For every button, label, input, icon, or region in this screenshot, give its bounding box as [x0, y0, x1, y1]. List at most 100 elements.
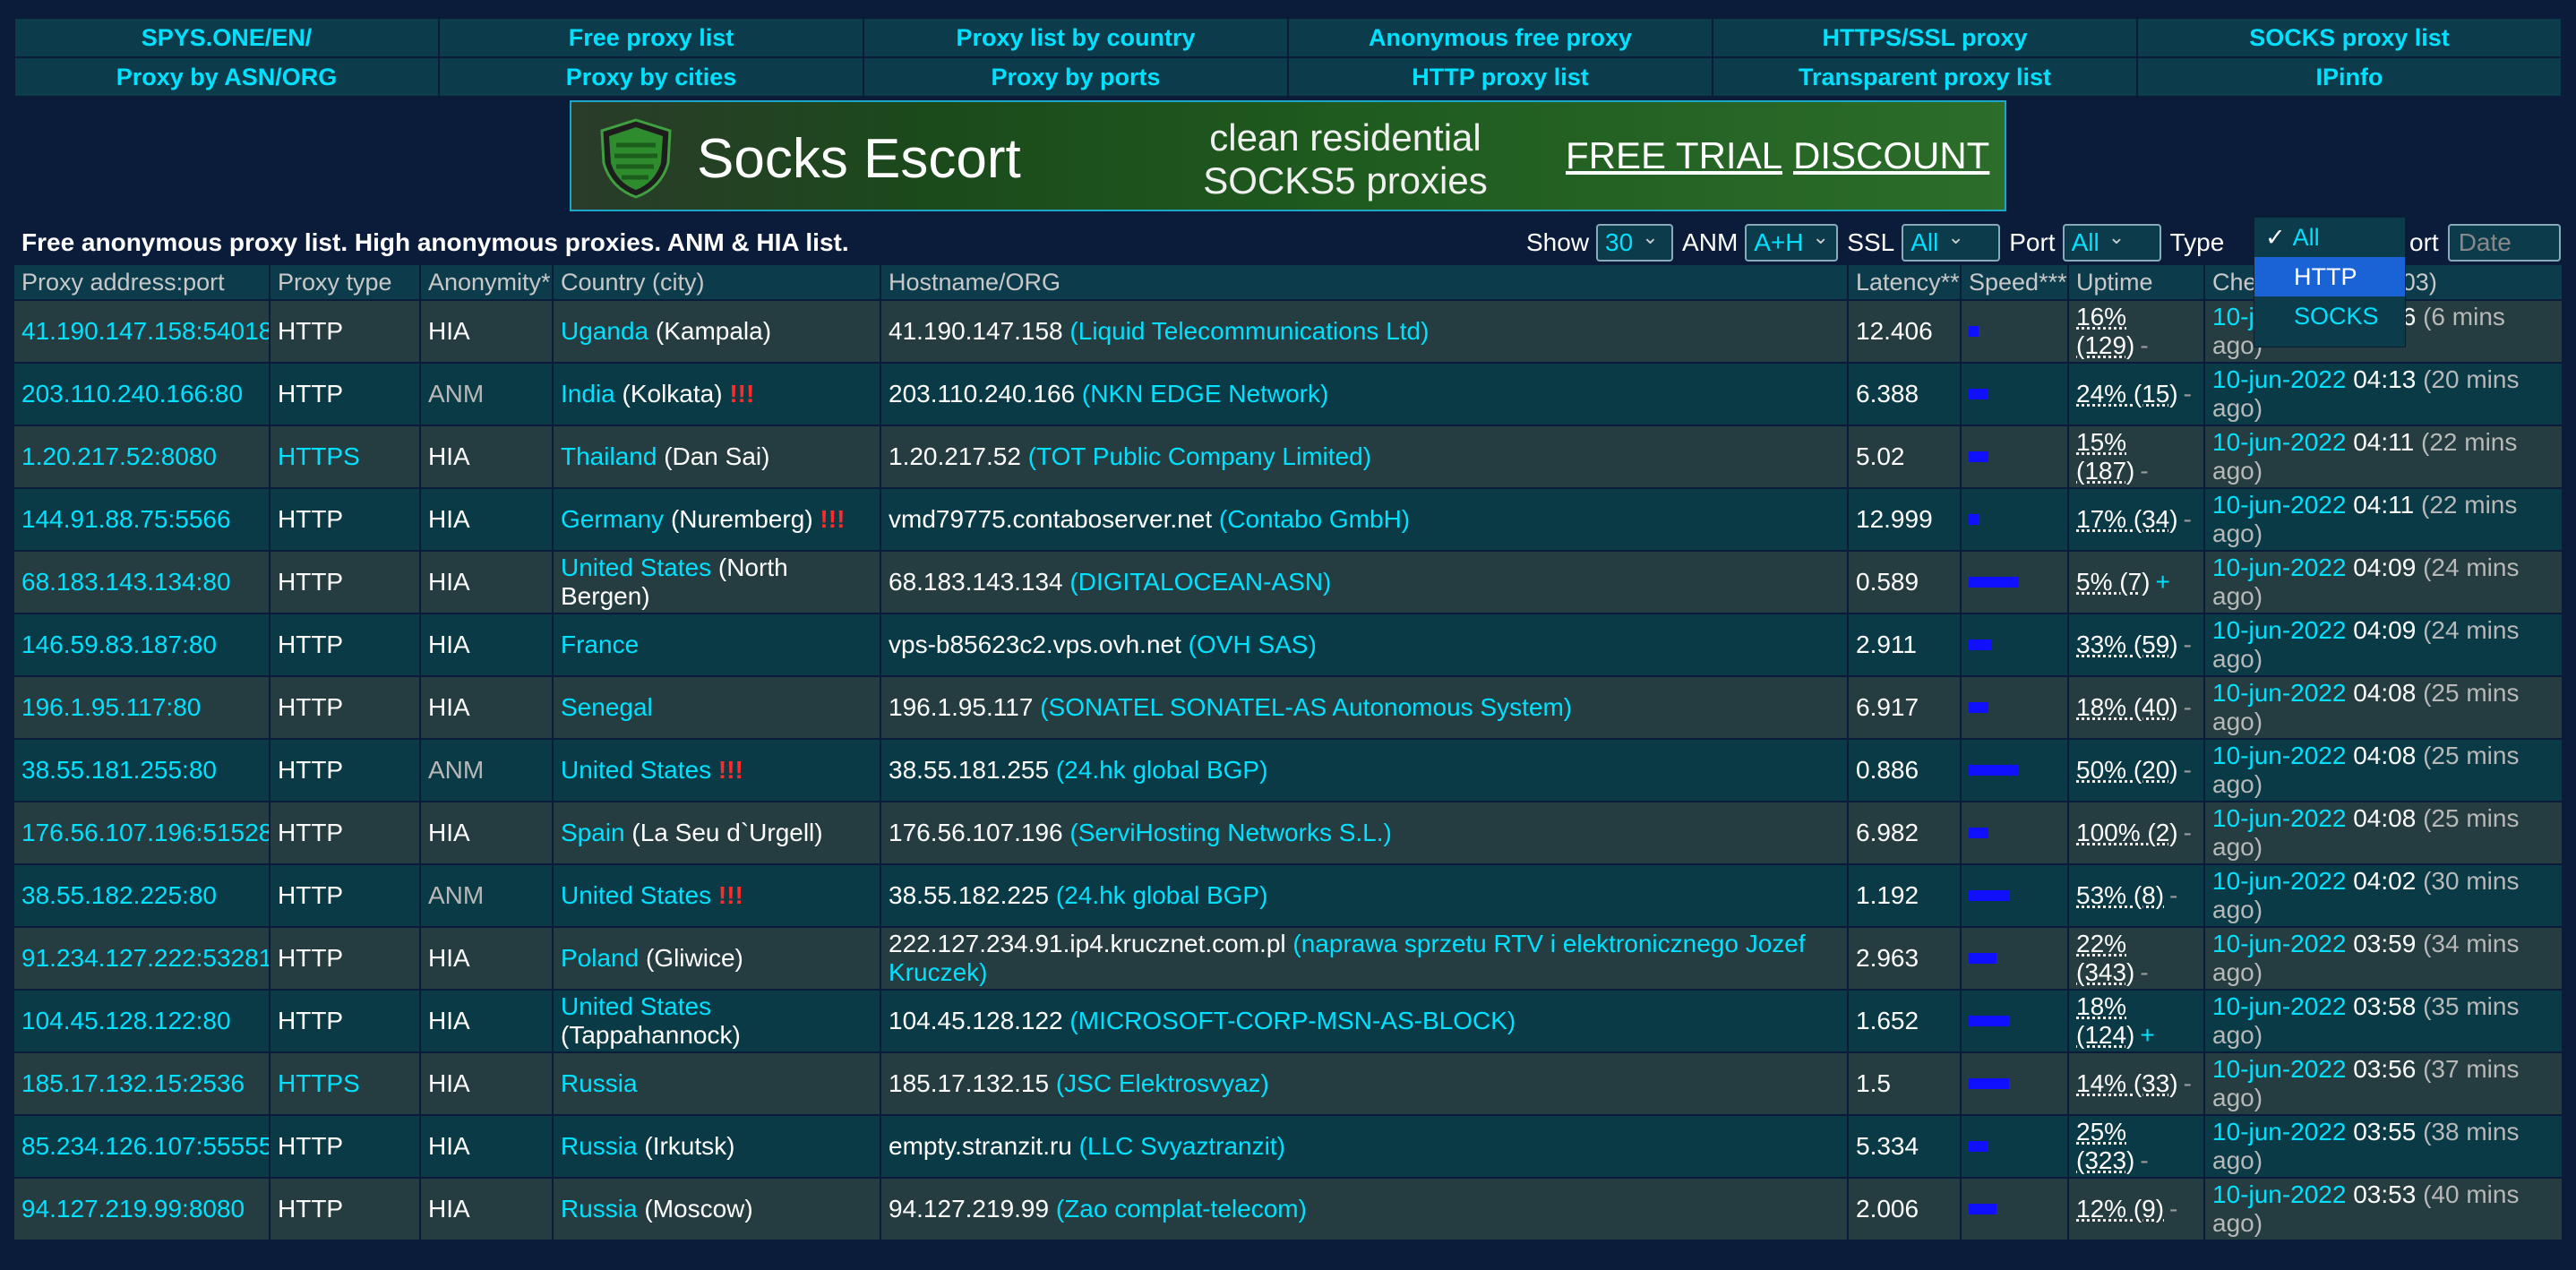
proxy-address[interactable]: 185.17.132.15:2536 — [21, 1069, 245, 1098]
type-option-all[interactable]: ✓ All — [2254, 218, 2405, 257]
country-link[interactable]: United States — [561, 881, 711, 909]
nav-link-5[interactable]: SOCKS proxy list — [2137, 18, 2562, 57]
nav-link-2[interactable]: Proxy list by country — [863, 18, 1288, 57]
proxy-address[interactable]: 196.1.95.117:80 — [21, 693, 201, 722]
header-type[interactable]: Proxy type — [270, 265, 421, 299]
anm-select[interactable]: A+H — [1745, 224, 1839, 262]
uptime-link[interactable]: 16% (129) — [2076, 303, 2134, 359]
port-select[interactable]: All — [2062, 224, 2161, 262]
org-link[interactable]: (JSC Elektrosvyaz) — [1056, 1069, 1269, 1097]
free-trial-link[interactable]: FREE TRIAL — [1566, 134, 1782, 177]
header-speed[interactable]: Speed*** — [1962, 265, 2069, 299]
check-date[interactable]: 10-jun-2022 — [2212, 804, 2346, 832]
header-country[interactable]: Country (city) — [554, 265, 881, 299]
country-link[interactable]: Russia — [561, 1132, 638, 1160]
socks-escort-banner[interactable]: Socks Escort clean residential SOCKS5 pr… — [570, 100, 2006, 211]
org-link[interactable]: (MICROSOFT-CORP-MSN-AS-BLOCK) — [1069, 1007, 1516, 1034]
nav-link-8[interactable]: Proxy by ports — [863, 57, 1288, 97]
org-link[interactable]: (ServiHosting Networks S.L.) — [1069, 819, 1391, 846]
org-link[interactable]: (NKN EDGE Network) — [1082, 380, 1328, 408]
country-link[interactable]: United States — [561, 553, 711, 581]
check-date[interactable]: 10-jun-2022 — [2212, 742, 2346, 769]
show-select[interactable]: 30 — [1596, 224, 1674, 262]
proxy-address[interactable]: 1.20.217.52:8080 — [21, 442, 217, 471]
uptime-link[interactable]: 50% (20) — [2076, 756, 2178, 784]
warning-marker[interactable]: !!! — [729, 380, 754, 408]
proxy-address[interactable]: 144.91.88.75:5566 — [21, 505, 231, 534]
proxy-address[interactable]: 38.55.182.225:80 — [21, 881, 217, 910]
proxy-address[interactable]: 94.127.219.99:8080 — [21, 1195, 245, 1223]
check-date[interactable]: 10-jun-2022 — [2212, 867, 2346, 895]
check-date[interactable]: 10-jun-2022 — [2212, 616, 2346, 644]
org-link[interactable]: (LLC Svyaztranzit) — [1079, 1132, 1285, 1160]
country-link[interactable]: Spain — [561, 819, 625, 846]
nav-link-0[interactable]: SPYS.ONE/EN/ — [14, 18, 439, 57]
uptime-link[interactable]: 22% (343) — [2076, 930, 2134, 986]
country-link[interactable]: India — [561, 380, 615, 408]
uptime-link[interactable]: 18% (40) — [2076, 693, 2178, 721]
country-link[interactable]: Russia — [561, 1069, 638, 1097]
uptime-link[interactable]: 14% (33) — [2076, 1069, 2178, 1097]
nav-link-1[interactable]: Free proxy list — [439, 18, 863, 57]
proxy-address[interactable]: 104.45.128.122:80 — [21, 1007, 231, 1035]
type-dropdown-menu[interactable]: ✓ All HTTP SOCKS — [2254, 217, 2406, 348]
country-link[interactable]: Senegal — [561, 693, 653, 721]
check-date[interactable]: 10-jun-2022 — [2212, 1180, 2346, 1208]
proxy-address[interactable]: 68.183.143.134:80 — [21, 568, 231, 596]
check-date[interactable]: 10-jun-2022 — [2212, 553, 2346, 581]
sort-select[interactable]: Date — [2447, 224, 2561, 262]
nav-link-7[interactable]: Proxy by cities — [439, 57, 863, 97]
uptime-link[interactable]: 24% (15) — [2076, 380, 2178, 408]
country-link[interactable]: Russia — [561, 1195, 638, 1223]
uptime-link[interactable]: 12% (9) — [2076, 1195, 2164, 1223]
org-link[interactable]: (TOT Public Company Limited) — [1028, 442, 1371, 470]
check-date[interactable]: 10-jun-2022 — [2212, 428, 2346, 456]
country-link[interactable]: United States — [561, 756, 711, 784]
discount-link[interactable]: DISCOUNT — [1793, 134, 1989, 177]
org-link[interactable]: (OVH SAS) — [1189, 631, 1317, 658]
proxy-address[interactable]: 146.59.83.187:80 — [21, 631, 217, 659]
check-date[interactable]: 10-jun-2022 — [2212, 365, 2346, 393]
uptime-link[interactable]: 53% (8) — [2076, 881, 2164, 909]
proxy-address[interactable]: 91.234.127.222:53281 — [21, 944, 269, 973]
org-link[interactable]: (Contabo GmbH) — [1219, 505, 1410, 533]
uptime-link[interactable]: 100% (2) — [2076, 819, 2178, 846]
type-option-socks[interactable]: SOCKS — [2254, 296, 2405, 336]
nav-link-10[interactable]: Transparent proxy list — [1713, 57, 2137, 97]
nav-link-9[interactable]: HTTP proxy list — [1288, 57, 1713, 97]
uptime-link[interactable]: 25% (323) — [2076, 1118, 2134, 1174]
country-link[interactable]: Poland — [561, 944, 639, 972]
org-link[interactable]: (24.hk global BGP) — [1056, 881, 1268, 909]
proxy-address[interactable]: 176.56.107.196:51528 — [21, 819, 269, 847]
nav-link-6[interactable]: Proxy by ASN/ORG — [14, 57, 439, 97]
nav-link-3[interactable]: Anonymous free proxy — [1288, 18, 1713, 57]
uptime-link[interactable]: 18% (124) — [2076, 992, 2134, 1049]
uptime-link[interactable]: 15% (187) — [2076, 428, 2134, 485]
ssl-select[interactable]: All — [1902, 224, 2001, 262]
check-date[interactable]: 10-jun-2022 — [2212, 1118, 2346, 1146]
org-link[interactable]: (Zao complat-telecom) — [1056, 1195, 1307, 1223]
header-latency[interactable]: Latency** — [1849, 265, 1962, 299]
header-anonymity[interactable]: Anonymity* — [421, 265, 554, 299]
warning-marker[interactable]: !!! — [718, 881, 743, 909]
warning-marker[interactable]: !!! — [820, 505, 845, 533]
org-link[interactable]: (Liquid Telecommunications Ltd) — [1069, 317, 1429, 345]
org-link[interactable]: (DIGITALOCEAN-ASN) — [1069, 568, 1331, 596]
org-link[interactable]: (24.hk global BGP) — [1056, 756, 1268, 784]
check-date[interactable]: 10-jun-2022 — [2212, 491, 2346, 519]
check-date[interactable]: 10-jun-2022 — [2212, 1055, 2346, 1083]
country-link[interactable]: France — [561, 631, 639, 658]
country-link[interactable]: Germany — [561, 505, 664, 533]
country-link[interactable]: Uganda — [561, 317, 648, 345]
header-hostname[interactable]: Hostname/ORG — [881, 265, 1849, 299]
check-date[interactable]: 10-jun-2022 — [2212, 930, 2346, 957]
header-address[interactable]: Proxy address:port — [14, 265, 270, 299]
org-link[interactable]: (SONATEL SONATEL-AS Autonomous System) — [1040, 693, 1572, 721]
warning-marker[interactable]: !!! — [718, 756, 743, 784]
country-link[interactable]: Thailand — [561, 442, 657, 470]
proxy-address[interactable]: 41.190.147.158:54018 — [21, 317, 269, 346]
type-option-http[interactable]: HTTP — [2254, 257, 2405, 296]
uptime-link[interactable]: 17% (34) — [2076, 505, 2178, 533]
proxy-address[interactable]: 38.55.181.255:80 — [21, 756, 217, 785]
proxy-address[interactable]: 203.110.240.166:80 — [21, 380, 243, 408]
